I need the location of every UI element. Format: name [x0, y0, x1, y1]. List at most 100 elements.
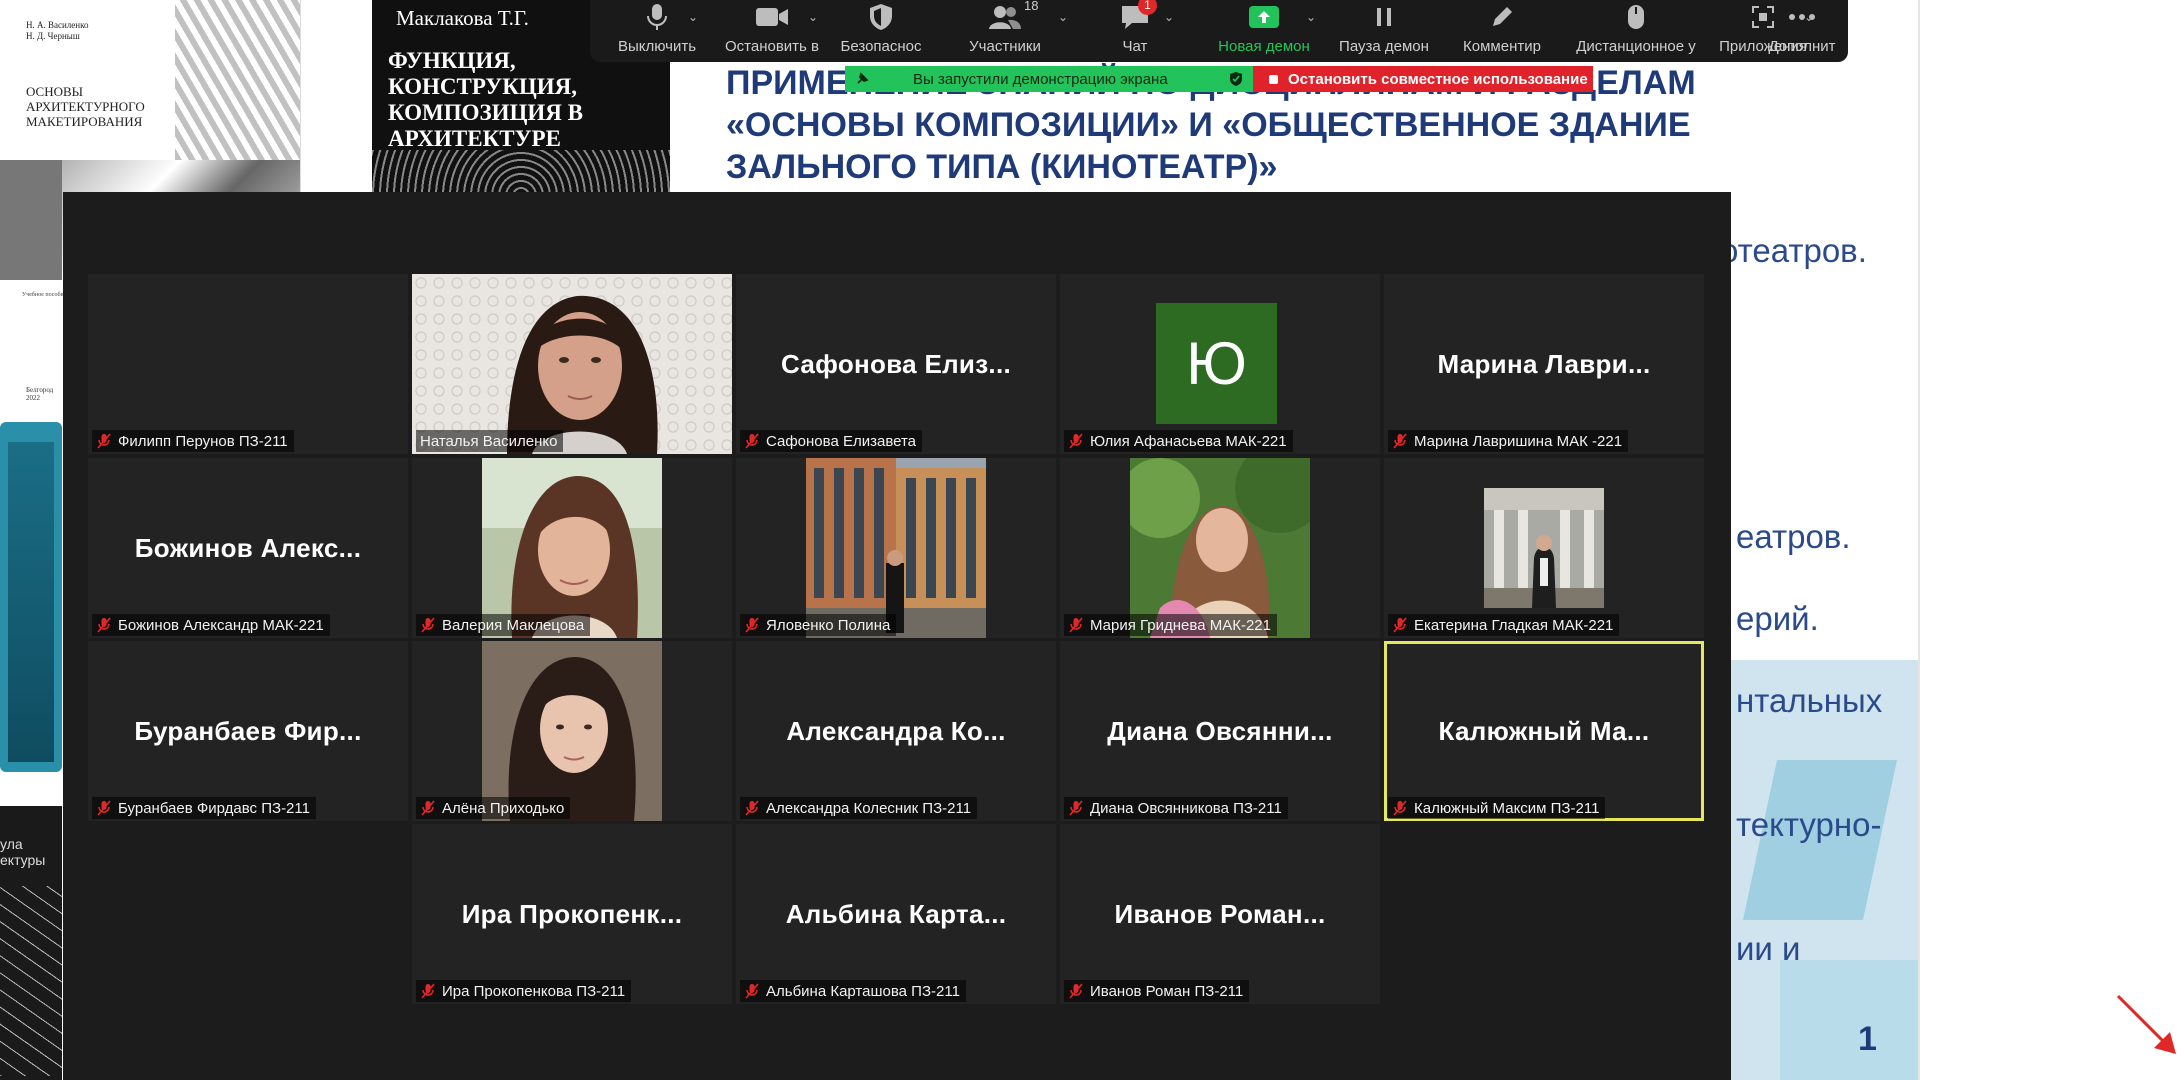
- participant-tile[interactable]: Иванов Роман... Иванов Роман ПЗ-211: [1060, 824, 1380, 1004]
- participant-name-label: Калюжный Максим ПЗ-211: [1388, 797, 1606, 819]
- participant-name: Алёна Приходько: [442, 799, 565, 817]
- muted-mic-icon: [97, 800, 111, 816]
- muted-mic-icon: [1069, 433, 1083, 449]
- slide-text-fragment: нтальных: [1736, 682, 1883, 719]
- participant-name: Сафонова Елизавета: [766, 432, 917, 450]
- participant-tile[interactable]: Филипп Перунов ПЗ-211: [88, 274, 408, 454]
- book-authors: Н. А. Василенко Н. Д. Черныш: [26, 20, 89, 41]
- participant-name: Филипп Перунов ПЗ-211: [118, 432, 288, 450]
- more-button[interactable]: Дополнит: [1762, 0, 1842, 62]
- muted-mic-icon: [421, 983, 435, 999]
- participant-display-name: Диана Овсянни...: [1107, 715, 1333, 746]
- participants-label: Участники: [969, 38, 1041, 55]
- shield-icon: [869, 0, 893, 34]
- participant-tile[interactable]: Сафонова Елиз... Сафонова Елизавета: [736, 274, 1056, 454]
- video-camera-icon: [755, 0, 789, 34]
- participant-display-name: Сафонова Елиз...: [781, 348, 1011, 379]
- chat-icon: 1: [1120, 0, 1157, 34]
- chevron-down-icon[interactable]: ⌄: [1164, 10, 1174, 24]
- participant-tile[interactable]: Марина Лаври... Марина Лавришина МАК -22…: [1384, 274, 1704, 454]
- participant-tile[interactable]: Александра Ко... Александра Колесник ПЗ-…: [736, 641, 1056, 821]
- muted-mic-icon: [745, 433, 759, 449]
- participant-tile[interactable]: Екатерина Гладкая МАК-221: [1384, 458, 1704, 638]
- pause-share-button[interactable]: Пауза демон: [1308, 0, 1460, 62]
- participant-name-label: Валерия Маклецова: [416, 614, 591, 636]
- participant-video: [806, 458, 986, 638]
- participant-display-name: Калюжный Ма...: [1438, 715, 1650, 746]
- participant-name: Яловенко Полина: [766, 616, 891, 634]
- participant-name: Валерия Маклецова: [442, 616, 585, 634]
- participant-name-label: Диана Овсянникова ПЗ-211: [1064, 797, 1288, 819]
- share-screen-icon: [1249, 0, 1279, 34]
- participant-tile[interactable]: Ира Прокопенк... Ира Прокопенкова ПЗ-211: [412, 824, 732, 1004]
- participant-name-label: Божинов Александр МАК-221: [92, 614, 330, 636]
- participant-tile[interactable]: Наталья Василенко: [412, 274, 732, 454]
- participant-name: Диана Овсянникова ПЗ-211: [1090, 799, 1282, 817]
- mute-button[interactable]: Выключить ⌄: [602, 0, 712, 62]
- participant-display-name: Божинов Алекс...: [134, 532, 362, 563]
- participant-tile[interactable]: Диана Овсянни... Диана Овсянникова ПЗ-21…: [1060, 641, 1380, 821]
- chevron-down-icon[interactable]: ⌄: [688, 10, 698, 24]
- muted-mic-icon: [1069, 800, 1083, 816]
- slide-edge: [1918, 0, 1920, 1080]
- participant-name-label: Иванов Роман ПЗ-211: [1064, 980, 1250, 1002]
- chat-button[interactable]: 1 Чат ⌄: [1086, 0, 1184, 62]
- slide-text-fragment: еатров.: [1736, 518, 1851, 555]
- annotate-button[interactable]: Комментир: [1452, 0, 1552, 62]
- participant-display-name: Альбина Карта...: [785, 898, 1007, 929]
- stop-share-button[interactable]: Остановить совместное использование: [1253, 66, 1593, 92]
- participant-video: [482, 458, 662, 638]
- muted-mic-icon: [1069, 617, 1083, 633]
- stop-video-button[interactable]: Остановить в ⌄: [712, 0, 832, 62]
- participants-icon: 18: [988, 0, 1038, 34]
- muted-mic-icon: [421, 617, 435, 633]
- participant-name-label: Юлия Афанасьева МАК-221: [1064, 430, 1293, 452]
- participant-name-label: Александра Колесник ПЗ-211: [740, 797, 978, 819]
- more-icon: [1788, 0, 1816, 34]
- book-illustration: [0, 160, 62, 280]
- participant-name-label: Ира Прокопенкова ПЗ-211: [416, 980, 632, 1002]
- participant-name-label: Алёна Приходько: [416, 797, 571, 819]
- muted-mic-icon: [1393, 617, 1407, 633]
- muted-mic-icon: [97, 433, 111, 449]
- remote-control-button[interactable]: Дистанционное у: [1556, 0, 1716, 62]
- sharing-status-banner: Вы запустили демонстрацию экрана: [845, 66, 1253, 92]
- arrow-annotation-icon: [2116, 994, 2176, 1054]
- participant-tile[interactable]: Алёна Приходько: [412, 641, 732, 821]
- participant-tile[interactable]: Ю Юлия Афанасьева МАК-221: [1060, 274, 1380, 454]
- more-label: Дополнит: [1768, 38, 1836, 55]
- participant-tile[interactable]: Божинов Алекс... Божинов Александр МАК-2…: [88, 458, 408, 638]
- participant-display-name: Иванов Роман...: [1114, 898, 1326, 929]
- remote-control-label: Дистанционное у: [1576, 38, 1696, 55]
- security-label: Безопаснос: [840, 38, 922, 55]
- book-title: ула ектуры: [0, 836, 46, 868]
- participants-count: 18: [1024, 0, 1039, 13]
- participant-display-name: Буранбаев Фир...: [134, 715, 362, 746]
- security-button[interactable]: Безопаснос: [832, 0, 930, 62]
- participant-tile[interactable]: Валерия Маклецова: [412, 458, 732, 638]
- muted-mic-icon: [1069, 983, 1083, 999]
- participant-name: Божинов Александр МАК-221: [118, 616, 324, 634]
- participant-tile[interactable]: Буранбаев Фир... Буранбаев Фирдавс ПЗ-21…: [88, 641, 408, 821]
- participant-tile[interactable]: Яловенко Полина: [736, 458, 1056, 638]
- participant-name: Марина Лавришина МАК -221: [1414, 432, 1623, 450]
- participant-display-name: Марина Лаври...: [1437, 348, 1651, 379]
- participant-name-label: Екатерина Гладкая МАК-221: [1388, 614, 1620, 636]
- video-label: Остановить в: [724, 38, 819, 55]
- participant-tile-active-speaker[interactable]: Калюжный Ма... Калюжный Максим ПЗ-211: [1384, 641, 1704, 821]
- chat-notification-badge: 1: [1138, 0, 1157, 15]
- microphone-icon: [646, 0, 668, 34]
- participant-video: [1130, 458, 1310, 638]
- stop-share-label: Остановить совместное использование: [1288, 70, 1588, 88]
- chevron-down-icon[interactable]: ⌄: [1058, 10, 1068, 24]
- chevron-down-icon[interactable]: ⌄: [808, 10, 818, 24]
- participants-button[interactable]: 18 Участники ⌄: [940, 0, 1070, 62]
- muted-mic-icon: [745, 800, 759, 816]
- slide-text-fragment: ерий.: [1736, 600, 1819, 637]
- mouse-icon: [1626, 0, 1646, 34]
- mute-label: Выключить: [617, 38, 697, 55]
- participant-name-label: Яловенко Полина: [740, 614, 897, 636]
- participant-tile[interactable]: Мария Гриднева МАК-221: [1060, 458, 1380, 638]
- book-title: ОСНОВЫ АРХИТЕКТУРНОГО МАКЕТИРОВАНИЯ: [26, 84, 145, 129]
- participant-tile[interactable]: Альбина Карта... Альбина Карташова ПЗ-21…: [736, 824, 1056, 1004]
